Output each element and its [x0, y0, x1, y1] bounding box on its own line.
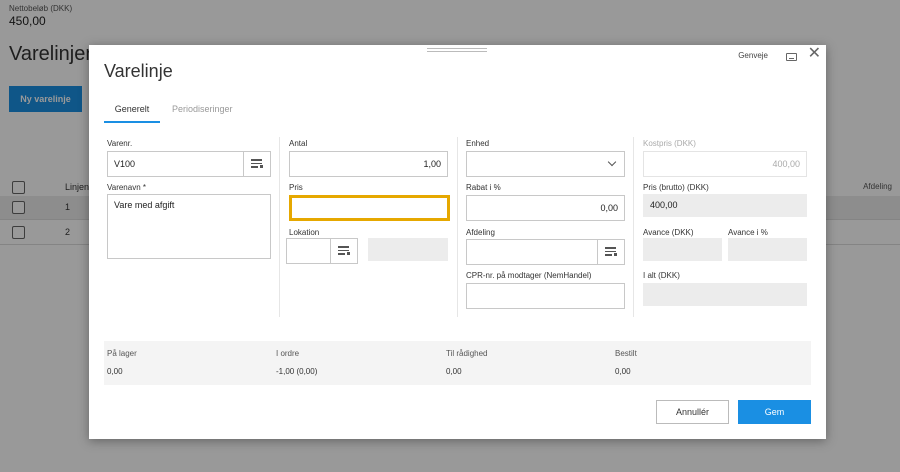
- markup-pct-label: Avance i %: [728, 228, 768, 237]
- stock-on-hand-label: På lager: [107, 349, 137, 358]
- item-name-label: Varenavn *: [107, 183, 146, 192]
- location-field[interactable]: [286, 238, 358, 264]
- unit-select[interactable]: [466, 151, 625, 177]
- dialog-title: Varelinje: [104, 61, 173, 81]
- stock-on-order-value: -1,00 (0,00): [276, 367, 318, 376]
- stock-available-label: Til rådighed: [446, 349, 488, 358]
- cost-price-label: Kostpris (DKK): [643, 139, 696, 148]
- department-field[interactable]: [466, 239, 625, 265]
- item-no-value: V100: [114, 159, 136, 169]
- price-label: Pris: [289, 183, 303, 192]
- save-button[interactable]: Gem: [738, 400, 811, 424]
- item-line-dialog: Genveje ✕ Varelinje Generelt Periodiseri…: [89, 45, 826, 439]
- stock-ordered-value: 0,00: [615, 367, 631, 376]
- chevron-down-icon: [607, 157, 617, 167]
- total-label: I alt (DKK): [643, 271, 680, 280]
- item-lookup-button[interactable]: [243, 152, 270, 176]
- discount-label: Rabat i %: [466, 183, 501, 192]
- price-input[interactable]: [289, 195, 450, 221]
- discount-input[interactable]: 0,00: [466, 195, 625, 221]
- cost-price-input: 400,00: [643, 151, 807, 177]
- department-lookup-button[interactable]: [597, 240, 624, 264]
- close-icon[interactable]: ✕: [808, 46, 821, 62]
- list-icon: [338, 246, 350, 255]
- stock-on-hand-value: 0,00: [107, 367, 123, 376]
- location-lookup-button[interactable]: [330, 239, 357, 263]
- markup-dkk-label: Avance (DKK): [643, 228, 694, 237]
- column-divider: [633, 137, 634, 317]
- stock-ordered-label: Bestilt: [615, 349, 637, 358]
- total-value: [643, 283, 807, 306]
- list-icon: [251, 159, 263, 168]
- column-divider: [279, 137, 280, 317]
- gross-price-value: 400,00: [643, 194, 807, 217]
- item-name-textarea[interactable]: Vare med afgift: [107, 194, 271, 259]
- stock-summary: På lager 0,00 I ordre -1,00 (0,00) Til r…: [104, 341, 811, 385]
- cpr-label: CPR-nr. på modtager (NemHandel): [466, 271, 592, 280]
- shortcuts-link[interactable]: Genveje: [738, 51, 768, 60]
- markup-pct-value: [728, 238, 807, 261]
- location-name-field: [368, 238, 448, 261]
- tab-accruals[interactable]: Periodiseringer: [172, 101, 233, 123]
- drag-handle[interactable]: [427, 48, 487, 52]
- column-divider: [457, 137, 458, 317]
- gross-price-label: Pris (brutto) (DKK): [643, 183, 709, 192]
- location-label: Lokation: [289, 228, 320, 237]
- stock-available-value: 0,00: [446, 367, 462, 376]
- cancel-button[interactable]: Annullér: [656, 400, 729, 424]
- item-no-field[interactable]: V100: [107, 151, 271, 177]
- markup-dkk-value: [643, 238, 722, 261]
- stock-on-order-label: I ordre: [276, 349, 300, 358]
- unit-label: Enhed: [466, 139, 490, 148]
- item-no-label: Varenr.: [107, 139, 133, 148]
- cpr-input[interactable]: [466, 283, 625, 309]
- department-label: Afdeling: [466, 228, 495, 237]
- quantity-input[interactable]: 1,00: [289, 151, 448, 177]
- keyboard-icon[interactable]: [786, 53, 797, 61]
- tab-general[interactable]: Generelt: [104, 101, 160, 123]
- quantity-label: Antal: [289, 139, 308, 148]
- list-icon: [605, 247, 617, 256]
